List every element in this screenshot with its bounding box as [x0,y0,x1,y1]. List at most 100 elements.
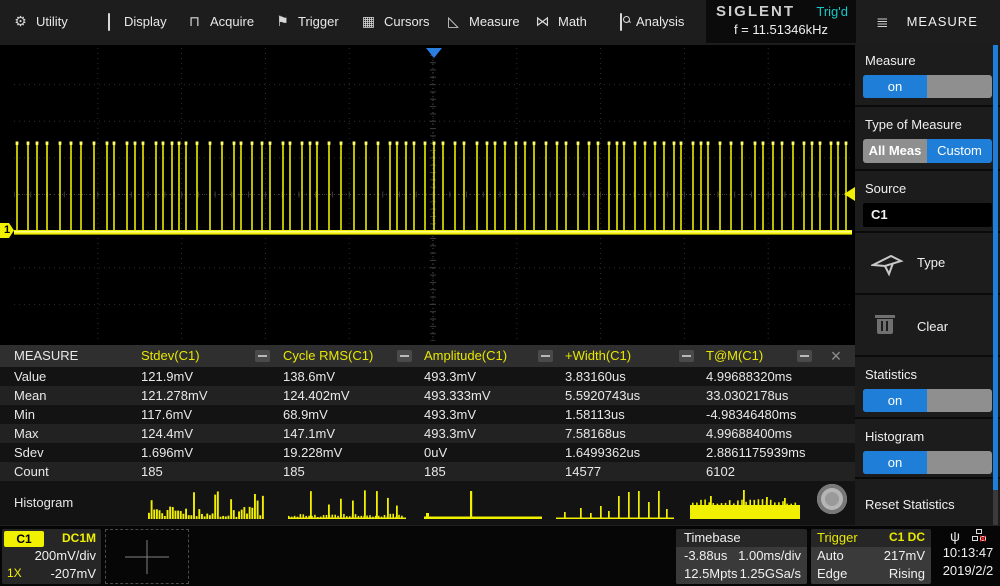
menu-cursors[interactable]: ▦ Cursors [360,0,430,43]
section-source: Source C1 [855,173,1000,233]
trigger-source: C1 DC [889,530,925,544]
timebase-values: -3.88us 1.00ms/div 12.5Mpts 1.25GSa/s [676,547,807,584]
cell: -4.98346480ms [706,407,796,422]
network-icon: × [972,529,986,541]
close-icon[interactable]: × [825,346,847,366]
menu-label: Math [558,14,587,29]
cell: 147.1mV [283,426,335,441]
channel1-descriptor[interactable]: C1 DC1M 200mV/div 1X -207mV [2,529,101,584]
measure-type-segmented: All Meas Custom [863,139,992,163]
table-header-row: MEASURE Stdev(C1) Cycle RMS(C1) Amplitud… [0,345,855,367]
type-button-label: Type [917,255,945,270]
menu-label: Acquire [210,14,254,29]
column-header[interactable]: Amplitude(C1) [424,348,507,363]
measure-type-icon [871,253,905,277]
type-button[interactable]: Type [855,235,1000,295]
menu-analysis[interactable]: Analysis [612,0,684,43]
channel1-offset: -207mV [50,566,96,581]
menu-label: Display [124,14,167,29]
cell: 1.6499362us [565,445,640,460]
cell: 7.58168us [565,426,626,441]
menu-math[interactable]: ⋈ Math [534,0,587,43]
measure-toggle-label: Measure [865,53,916,68]
menu-label: Utility [36,14,68,29]
sidebar-scrollbar[interactable] [993,45,998,490]
cell: 185 [283,464,305,479]
cell: 1.696mV [141,445,193,460]
reset-statistics-button[interactable]: Reset Statistics [855,481,1000,525]
remove-column-button[interactable] [797,350,812,362]
all-meas-button[interactable]: All Meas [863,139,927,163]
trigger-level-marker[interactable] [844,187,855,201]
table-row-value: Value 121.9mV 138.6mV 493.3mV 3.83160us … [0,367,855,386]
dialog-title-bar[interactable]: ≣ MEASURE [856,0,1000,43]
histogram-amplitude [424,490,542,520]
timebase-descriptor[interactable]: Timebase -3.88us 1.00ms/div 12.5Mpts 1.2… [676,529,807,584]
column-header[interactable]: Cycle RMS(C1) [283,348,373,363]
cell: 121.9mV [141,369,193,384]
display-icon [100,14,117,30]
menu-display[interactable]: Display [100,0,167,43]
add-channel-slot[interactable] [105,529,189,584]
section-type-of-measure: Type of Measure All Meas Custom [855,109,1000,171]
bottom-status-bar: C1 DC1M 200mV/div 1X -207mV Timebase -3.… [0,525,1000,586]
measurement-table: MEASURE Stdev(C1) Cycle RMS(C1) Amplitud… [0,345,855,525]
statistics-toggle[interactable]: on [863,389,992,412]
cell: 124.402mV [283,388,350,403]
cell: 121.278mV [141,388,208,403]
column-header[interactable]: T@M(C1) [706,348,763,363]
measure-toggle[interactable]: on [863,75,992,98]
cell: 1.58113us [565,407,625,422]
type-of-measure-label: Type of Measure [865,117,962,132]
cell: 4.99688400ms [706,426,792,441]
remove-column-button[interactable] [679,350,694,362]
source-select[interactable]: C1 [863,203,992,227]
cell: 6102 [706,464,735,479]
trigger-slope: Rising [889,566,925,581]
timebase-samplerate: 1.25GSa/s [740,566,801,581]
trigger-status-badge: Trig'd [816,4,848,19]
histogram-tatm [688,490,806,520]
usb-icon: ψ [950,528,960,544]
cell: 493.3mV [424,369,476,384]
trigger-position-marker[interactable] [426,48,442,58]
table-row-sdev: Sdev 1.696mV 19.228mV 0uV 1.6499362us 2.… [0,443,855,462]
trigger-level: 217mV [884,548,925,563]
list-icon: ≣ [876,13,889,31]
menu-acquire[interactable]: ⊓ Acquire [186,0,254,43]
custom-button[interactable]: Custom [927,139,992,163]
histogram-pluswidth [556,490,674,520]
cell: 493.3mV [424,426,476,441]
table-row-histogram: Histogram [0,481,855,525]
menu-label: Measure [469,14,520,29]
menu-utility[interactable]: ⚙ Utility [12,0,68,43]
statistics-toggle-label: Statistics [865,367,917,382]
histogram-toggle[interactable]: on [863,451,992,474]
timebase-label: Timebase [684,530,741,545]
touch-gesture-indicator[interactable] [817,484,847,514]
column-header[interactable]: Stdev(C1) [141,348,200,363]
toggle-on-state: on [863,75,927,98]
cell: 3.83160us [565,369,626,384]
remove-column-button[interactable] [538,350,553,362]
row-label: Mean [14,388,47,403]
section-statistics: Statistics on [855,359,1000,419]
remove-column-button[interactable] [255,350,270,362]
clear-button[interactable]: Clear [855,297,1000,357]
menu-trigger[interactable]: ⚑ Trigger [274,0,339,43]
row-label: Max [14,426,39,441]
table-row-min: Min 117.6mV 68.9mV 493.3mV 1.58113us -4.… [0,405,855,424]
top-menu-bar: ⚙ Utility Display ⊓ Acquire ⚑ Trigger ▦ … [0,0,1000,45]
menu-label: Analysis [636,14,684,29]
cell: 117.6mV [141,407,192,422]
cell: 124.4mV [141,426,193,441]
cursors-icon: ▦ [360,13,377,30]
table-row-mean: Mean 121.278mV 124.402mV 493.333mV 5.592… [0,386,855,405]
channel1-offset-marker[interactable]: 1 [0,223,14,238]
histogram-toggle-label: Histogram [865,429,924,444]
clock-time: 10:13:47 [938,545,998,560]
menu-measure[interactable]: ◺ Measure [445,0,520,43]
remove-column-button[interactable] [397,350,412,362]
trigger-descriptor[interactable]: Trigger C1 DC Auto 217mV Edge Rising [811,529,931,584]
column-header[interactable]: +Width(C1) [565,348,631,363]
